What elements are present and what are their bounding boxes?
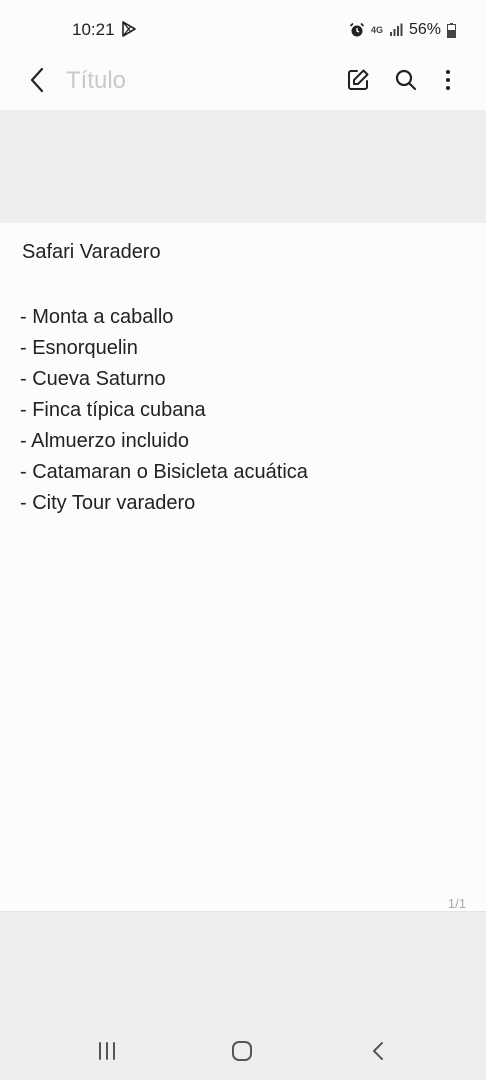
home-icon[interactable] — [230, 1039, 254, 1063]
recents-icon[interactable] — [95, 1039, 119, 1063]
list-item: - Almuerzo incluido — [20, 430, 189, 452]
battery-percent: 56% — [408, 21, 441, 38]
search-icon[interactable] — [394, 68, 418, 92]
network-type-label: 4G — [370, 24, 383, 35]
status-indicators: 4G 56% — [349, 20, 456, 40]
list-item: - Esnorquelin — [20, 337, 138, 359]
nav-back-icon[interactable] — [367, 1039, 391, 1063]
page-counter: 1/1 — [447, 896, 466, 911]
back-arrow-icon[interactable] — [26, 66, 50, 94]
edit-icon[interactable] — [346, 68, 370, 92]
note-heading: Safari Varadero — [22, 241, 161, 263]
toolbar-area — [0, 110, 486, 223]
list-item: - Catamaran o Bisicleta acuática — [20, 461, 308, 483]
battery-icon — [447, 22, 456, 38]
status-time: 10:21 — [72, 20, 115, 39]
list-item: - Finca típica cubana — [20, 399, 206, 421]
title-input[interactable] — [66, 67, 266, 95]
list-item: - City Tour varadero — [20, 492, 196, 514]
signal-icon — [389, 23, 403, 36]
list-item: - Monta a caballo — [20, 306, 174, 328]
play-store-icon — [122, 21, 136, 37]
alarm-icon — [349, 22, 365, 37]
status-bar: 10:21 4G 56% — [0, 0, 486, 58]
more-vertical-icon[interactable] — [436, 68, 460, 92]
app-bar — [0, 58, 486, 110]
note-editor[interactable]: Safari Varadero - Monta a caballo - Esno… — [0, 223, 486, 911]
note-list: - Monta a caballo - Esnorquelin - Cueva … — [20, 302, 308, 519]
list-item: - Cueva Saturno — [20, 368, 166, 390]
